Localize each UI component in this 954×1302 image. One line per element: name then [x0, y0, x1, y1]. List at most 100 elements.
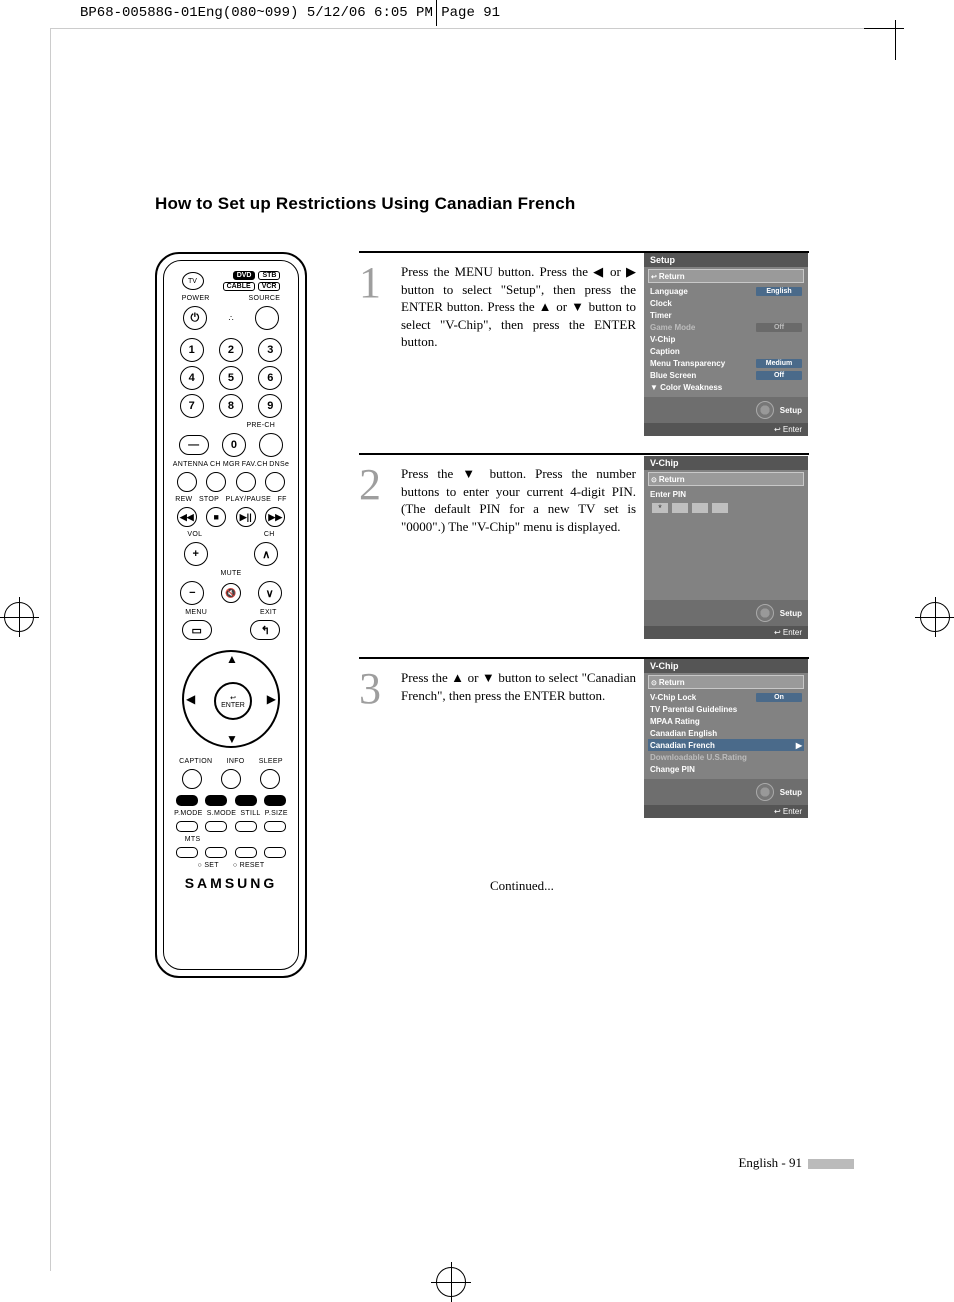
digit-2: 2 [219, 338, 243, 362]
step-3-text: Press the ▲ or ▼ button to select "Canad… [401, 669, 636, 704]
psize-label: P.SIZE [265, 810, 288, 817]
remote-stb-chip: STB [258, 271, 280, 280]
prech-button [259, 433, 283, 457]
psize-button [264, 821, 286, 832]
sleep-button [260, 769, 280, 789]
osd2-enter-pin-label: Enter PIN [648, 488, 804, 500]
brand-logo: SAMSUNG [164, 875, 298, 891]
osd3-footer: Setup [644, 779, 808, 805]
osd1-row: Timer [648, 309, 804, 321]
osd-setup-menu: Setup ↩Return LanguageEnglishClockTimerG… [644, 253, 808, 436]
power-button: ⏻ [183, 306, 207, 330]
pin-box-4 [712, 503, 728, 513]
digit-1: 1 [180, 338, 204, 362]
stop-button: ■ [206, 507, 226, 527]
dpad-left-icon: ◀ [186, 692, 195, 706]
osd1-row: Caption [648, 345, 804, 357]
osd3-row: Canadian French▶ [648, 739, 804, 751]
remote-cable-chip: CABLE [223, 282, 255, 291]
osd3-row: Change PIN [648, 763, 804, 775]
osd3-row: TV Parental Guidelines [648, 703, 804, 715]
osd3-enter-hint: ↩ Enter [644, 805, 808, 818]
digit-7: 7 [180, 394, 204, 418]
osd1-row: Blue ScreenOff [648, 369, 804, 381]
extra-button-1 [205, 847, 227, 858]
osd1-more: ▼ Color Weakness [648, 381, 804, 393]
prech-label: PRE-CH [246, 422, 275, 429]
osd2-return: ⊙Return [648, 472, 804, 486]
remote-tv-button: TV [182, 272, 204, 290]
osd-vchip-pin: V-Chip ⊙Return Enter PIN * Setup ↩ Enter [644, 456, 808, 636]
exit-label: EXIT [260, 609, 277, 616]
digit-0: 0 [222, 433, 246, 457]
smode-label: S.MODE [207, 810, 236, 817]
osd2-enter-hint: ↩ Enter [644, 626, 808, 639]
osd3-row: Canadian English [648, 727, 804, 739]
pmode-label: P.MODE [174, 810, 203, 817]
remote-illustration: TV DVD STB CABLE VCR POWERSOURCE ⏻ ∴ [155, 252, 307, 978]
set-label: ○ SET [198, 862, 219, 869]
pmode-button [176, 821, 198, 832]
osd2-footer: Setup [644, 600, 808, 626]
dpad: ▲ ▼ ◀ ▶ ↩ENTER [176, 644, 286, 754]
mts-button [176, 847, 198, 858]
osd2-title: V-Chip [644, 456, 808, 470]
osd1-return: ↩Return [648, 269, 804, 283]
digit-3: 3 [258, 338, 282, 362]
page-margin-left [50, 28, 51, 1271]
vol-label: VOL [187, 531, 202, 538]
registration-mark-bottom [436, 1267, 466, 1297]
step-3-number: 3 [359, 663, 381, 714]
gear-icon [756, 604, 774, 622]
crop-mark-tr-h [864, 28, 904, 29]
vol-up-button: + [184, 542, 208, 566]
continued-label: Continued... [490, 878, 554, 894]
chmgr-label: CH MGR [210, 461, 240, 468]
exit-button: ↰ [250, 620, 280, 640]
step-2-text: Press the ▼ button. Press the number but… [401, 465, 636, 535]
source-button [255, 306, 279, 330]
osd1-row: V-Chip [648, 333, 804, 345]
info-label: INFO [227, 758, 245, 765]
caption-button [182, 769, 202, 789]
dpad-up-icon: ▲ [226, 652, 238, 666]
dnse-button [265, 472, 285, 492]
step-2-number: 2 [359, 459, 381, 510]
reset-label: ○ RESET [233, 862, 265, 869]
crop-mark-tr-v [895, 20, 896, 60]
still-label: STILL [240, 810, 260, 817]
ch-label: CH [264, 531, 275, 538]
crop-mark-top [436, 0, 437, 26]
digit-8: 8 [219, 394, 243, 418]
print-header: BP68-00588G-01Eng(080~099) 5/12/06 6:05 … [80, 6, 500, 20]
osd3-row: Downloadable U.S.Rating [648, 751, 804, 763]
favch-label: FAV.CH [242, 461, 268, 468]
still-button [235, 821, 257, 832]
color-pill-4 [264, 795, 286, 806]
antenna-label: ANTENNA [173, 461, 209, 468]
menu-button: ▭ [182, 620, 212, 640]
vol-down-button: − [180, 581, 204, 605]
rew-button: ◀◀ [177, 507, 197, 527]
caption-label: CAPTION [179, 758, 212, 765]
smode-button [205, 821, 227, 832]
digit-5: 5 [219, 366, 243, 390]
chmgr-button [206, 472, 226, 492]
page-footer: English - 91 [738, 1155, 854, 1171]
gear-icon [756, 401, 774, 419]
color-pill-3 [235, 795, 257, 806]
osd1-row: Menu TransparencyMedium [648, 357, 804, 369]
rew-label: REW [175, 496, 192, 503]
mute-button: 🔇 [221, 583, 241, 603]
digit-9: 9 [258, 394, 282, 418]
osd3-return: ⊙Return [648, 675, 804, 689]
gear-icon [756, 783, 774, 801]
remote-dvd-chip: DVD [233, 271, 256, 280]
digit-4: 4 [180, 366, 204, 390]
dnse-label: DNSe [269, 461, 289, 468]
menu-label: MENU [185, 609, 207, 616]
favch-button [236, 472, 256, 492]
play-label: PLAY/PAUSE [226, 496, 272, 503]
osd3-row: MPAA Rating [648, 715, 804, 727]
mts-label: MTS [185, 836, 201, 843]
